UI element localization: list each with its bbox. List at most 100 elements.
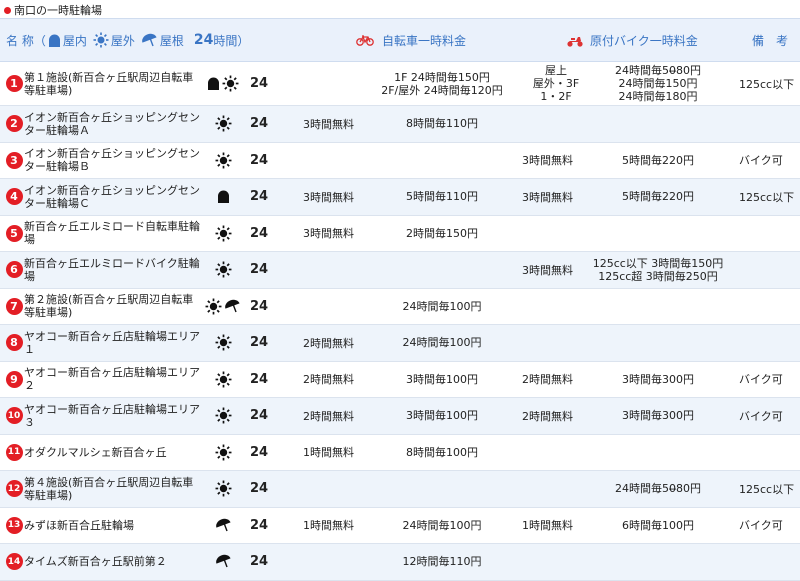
moped-fee: 24時間毎50̶80円 24時間毎150円 24時間毎180円 (588, 62, 728, 105)
row-number-cell: 2 (5, 106, 23, 142)
row-number-cell: 1 (5, 62, 23, 105)
table-header: 名 称（ 屋内 屋外 屋根 24 時間） 自転車一時料金 原付バイク一時料金 備… (0, 18, 800, 62)
row-number-badge: 13 (5, 516, 23, 534)
facility-type-icons (202, 398, 244, 434)
moped-fee: 125cc以下 3時間毎150円 125cc超 3時間毎250円 (588, 252, 728, 288)
facility-type-icons (202, 289, 244, 325)
notes-cell: 125cc以下 (739, 482, 795, 496)
table-row: 2 イオン新百合ヶ丘ショッピングセンター駐輪場Ａ 24 3時間無料 8時間毎110円 (0, 106, 800, 143)
bicycle-fee: 24時間毎100円 (367, 508, 517, 544)
moped-fee (588, 325, 728, 361)
facility-type-icons (202, 325, 244, 361)
row-number-badge: 2 (5, 115, 23, 133)
moped-fee-line: 3時間毎300円 (622, 372, 694, 386)
table-row: 12 第４施設(新百合ヶ丘駅周辺自転車等駐車場) 24 24時間毎50̶80円 125c… (0, 471, 800, 508)
bicycle-fee-line: 3時間毎100円 (406, 409, 478, 423)
header-indoor-label: 屋内 (62, 33, 87, 48)
open-24h-label: 24 (250, 76, 269, 91)
moped-fee (588, 435, 728, 471)
moped-fee: 3時間毎300円 (588, 398, 728, 434)
moped-free-time: 2時間無料 (522, 373, 573, 387)
notes-cell: 125cc以下 (739, 77, 795, 91)
indoor-icon (207, 77, 220, 90)
table-body: 1 第１施設(新百合ヶ丘駅周辺自転車等駐車場) 24 1F 24時間毎150円 2F/屋… (0, 62, 800, 581)
moped-floor-tags: 屋上 屋外・3F 1・2F (528, 62, 584, 105)
bicycle-icon (356, 34, 374, 46)
outdoor-icon (215, 152, 232, 169)
table-row: 8 ヤオコー新百合ヶ丘店駐輪場エリア１ 24 2時間無料 24時間毎100円 (0, 325, 800, 362)
bicycle-fee (367, 471, 517, 507)
moped-free-time: 3時間無料 (522, 263, 573, 277)
roof-icon (215, 518, 232, 533)
facility-type-icons (202, 362, 244, 398)
table-row: 13 みずほ新百合丘駐輪場 24 1時間無料 24時間毎100円 1時間無料 6時間毎100… (0, 508, 800, 544)
bicycle-free-time: 2時間無料 (303, 336, 354, 350)
open-24h-label: 24 (250, 335, 269, 351)
bicycle-fee: 24時間毎100円 (367, 289, 517, 325)
moped-free-time (522, 435, 582, 471)
open-24h-label: 24 (250, 554, 269, 570)
bicycle-free-time: 3時間無料 (303, 190, 354, 204)
header-24-suffix: 時間） (213, 33, 250, 48)
table-row: 9 ヤオコー新百合ヶ丘店駐輪場エリア２ 24 2時間無料 3時間毎100円 2時間無料 3時… (0, 362, 800, 398)
moped-fee (588, 544, 728, 580)
roof-icon (141, 33, 158, 48)
header-outdoor-label: 屋外 (110, 33, 135, 48)
roof-icon (224, 299, 241, 314)
bicycle-free-time (303, 62, 363, 105)
moped-fee-line: 24時間毎50̶80円 (615, 482, 701, 496)
facility-name: ヤオコー新百合ヶ丘店駐輪場エリア１ (24, 329, 200, 356)
moped-fee-line: 5時間毎220円 (622, 153, 694, 167)
roof-icon (215, 554, 232, 569)
moped-fee-line: 24時間毎50̶80円 (615, 64, 701, 77)
table-row: 5 新百合ヶ丘エルミロード自転車駐輪場 24 3時間無料 2時間毎150円 (0, 216, 800, 252)
row-number-cell: 8 (5, 325, 23, 361)
header-bicycle: 自転車一時料金 (356, 19, 466, 61)
moped-free-time: 2時間無料 (522, 409, 573, 423)
facility-type-icons (202, 143, 244, 179)
table-row: 14 タイムズ新百合ヶ丘駅前第２ 24 12時間毎110円 (0, 544, 800, 581)
outdoor-icon (93, 32, 109, 48)
open-24h-label: 24 (250, 481, 269, 497)
moped-fee: 5時間毎220円 (588, 143, 728, 179)
moped-floor-tag: 屋外・3F (532, 77, 580, 90)
bicycle-fee: 8時間毎110円 (367, 106, 517, 142)
facility-name: イオン新百合ヶ丘ショッピングセンター駐輪場Ｃ (24, 183, 200, 210)
caption-text: 南口の一時駐輪場 (14, 4, 102, 17)
moped-fee-line: 125cc以下 3時間毎150円 (592, 256, 724, 270)
facility-name: 第４施設(新百合ヶ丘駅周辺自転車等駐車場) (24, 475, 194, 502)
outdoor-icon (222, 75, 239, 92)
moped-fee: 24時間毎50̶80円 (588, 471, 728, 507)
bicycle-free-time: 1時間無料 (303, 519, 354, 533)
header-roof-label: 屋根 (159, 33, 184, 48)
facility-name: 第１施設(新百合ヶ丘駅周辺自転車等駐車場) (24, 70, 194, 97)
moped-icon (566, 34, 584, 47)
row-number-badge: 3 (5, 151, 23, 169)
notes-cell (739, 325, 799, 361)
indoor-icon (48, 34, 61, 47)
table-row: 11 オダクルマルシェ新百合ヶ丘 24 1時間無料 8時間毎100円 (0, 435, 800, 471)
open-24h-label: 24 (250, 116, 269, 132)
row-number-badge: 11 (5, 443, 23, 461)
moped-fee-line: 125cc超 3時間毎250円 (598, 269, 718, 283)
facility-type-icons (202, 179, 244, 215)
row-number-badge: 10 (5, 407, 23, 425)
bicycle-fee: 3時間毎100円 (367, 398, 517, 434)
bicycle-fee: 1F 24時間毎150円 2F/屋外 24時間毎120円 (367, 62, 517, 105)
facility-name: 第２施設(新百合ヶ丘駅周辺自転車等駐車場) (24, 293, 194, 320)
row-number-badge: 4 (5, 188, 23, 206)
moped-fee: 3時間毎300円 (588, 362, 728, 398)
open-24h-label: 24 (250, 189, 269, 205)
row-number-cell: 14 (5, 544, 23, 580)
section-caption: 南口の一時駐輪場 (4, 2, 102, 18)
moped-fee-line: 6時間毎100円 (622, 518, 694, 532)
open-24h-label: 24 (250, 517, 269, 533)
facility-name: ヤオコー新百合ヶ丘店駐輪場エリア３ (24, 402, 200, 429)
moped-floor-tag: 屋上 (545, 64, 567, 77)
row-number-badge: 12 (5, 480, 23, 498)
bicycle-fee-line: 3時間毎100円 (406, 372, 478, 386)
bicycle-free-time: 2時間無料 (303, 409, 354, 423)
header-notes-label: 備 考 (752, 33, 789, 48)
row-number-badge: 14 (5, 553, 23, 571)
moped-free-time (522, 106, 582, 142)
